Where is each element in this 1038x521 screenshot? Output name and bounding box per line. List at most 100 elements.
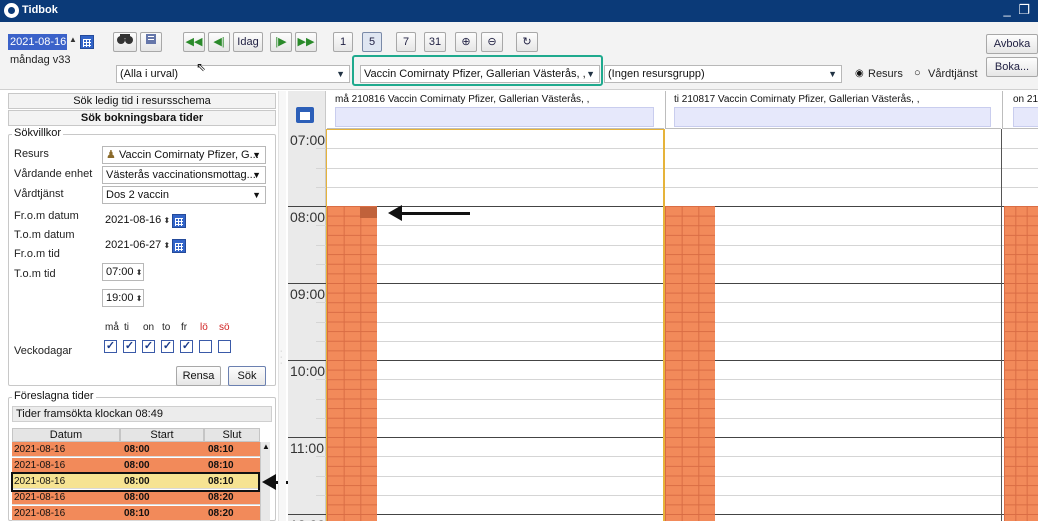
radio-vardtjanst-label: Vårdtjänst bbox=[928, 68, 978, 80]
column-header-start[interactable]: Start bbox=[120, 428, 204, 442]
today-button[interactable]: Idag bbox=[233, 32, 263, 52]
clear-button[interactable]: Rensa bbox=[176, 366, 221, 386]
view-5-day-button[interactable]: 5 bbox=[362, 32, 382, 52]
search-free-time-link[interactable]: Sök ledig tid i resursschema bbox=[8, 93, 276, 109]
cell-date: 2021-08-16 bbox=[14, 460, 66, 471]
boka-button[interactable]: Boka... bbox=[986, 57, 1038, 77]
vardande-enhet-select[interactable]: Västerås vaccinationsmottag... ▼ bbox=[102, 166, 266, 184]
scroll-up-icon[interactable]: ▲ bbox=[262, 442, 270, 451]
weekday-labels: må ti on to fr lö sö bbox=[104, 322, 244, 336]
weekday-checkbox-må[interactable]: ✓ bbox=[104, 340, 117, 353]
weekday-checkbox-sö[interactable] bbox=[218, 340, 231, 353]
resurs-select[interactable]: ♟ Vaccin Comirnaty Pfizer, G... ▼ bbox=[102, 146, 266, 164]
day-header-mon-label: må 210816 Vaccin Comirnaty Pfizer, Galle… bbox=[335, 94, 590, 105]
next-week-button[interactable]: ▶▶ bbox=[295, 32, 317, 52]
refresh-button[interactable]: ↻ bbox=[516, 32, 538, 52]
resurs-label: Resurs bbox=[14, 148, 49, 160]
calendar-today-icon[interactable] bbox=[296, 107, 314, 123]
table-row[interactable]: 2021-08-16 08:10 08:20 bbox=[12, 506, 260, 521]
zoom-out-icon: ⊖ bbox=[487, 36, 497, 48]
day-header-mon[interactable]: må 210816 Vaccin Comirnaty Pfizer, Galle… bbox=[327, 91, 664, 129]
date-spinner-icon[interactable]: ▲ bbox=[69, 35, 77, 44]
panel-splitter[interactable]: · · · bbox=[278, 91, 286, 521]
day-header-wed[interactable]: on 21 bbox=[1002, 91, 1038, 129]
from-time-input[interactable]: 07:00 ⬍ bbox=[102, 263, 144, 281]
cell-date: 2021-08-16 bbox=[14, 444, 66, 455]
weekday-label-sö: sö bbox=[219, 322, 230, 333]
zoom-out-button[interactable]: ⊖ bbox=[481, 32, 503, 52]
resource-icon: ♟ bbox=[106, 149, 116, 161]
spinner-icon[interactable]: ⬍ bbox=[161, 241, 171, 250]
vardande-enhet-label: Vårdande enhet bbox=[14, 168, 93, 180]
column-header-slut[interactable]: Slut bbox=[204, 428, 260, 442]
day-top-border bbox=[326, 129, 664, 130]
to-time-value: 19:00 bbox=[106, 292, 134, 304]
weekday-checkbox-ti[interactable]: ✓ bbox=[123, 340, 136, 353]
column-header-datum[interactable]: Datum bbox=[12, 428, 120, 442]
time-label: 11:00 bbox=[290, 440, 324, 456]
available-slots-day-2[interactable] bbox=[1004, 206, 1038, 521]
search-binoculars-button[interactable] bbox=[113, 32, 137, 52]
radio-resurs[interactable]: ◉ bbox=[855, 68, 864, 79]
search-panel-title: Sök bokningsbara tider bbox=[8, 110, 276, 126]
calendar-icon[interactable] bbox=[172, 214, 186, 228]
to-date-input[interactable]: 2021-06-27 ⬍ bbox=[102, 237, 170, 255]
available-slots-day-0[interactable] bbox=[327, 206, 377, 521]
zoom-in-icon: ⊕ bbox=[461, 36, 471, 48]
zoom-in-button[interactable]: ⊕ bbox=[455, 32, 477, 52]
resource-group-combo[interactable]: (Ingen resursgrupp) ▼ bbox=[604, 65, 842, 83]
prev-day-button[interactable]: ◀| bbox=[208, 32, 230, 52]
weekday-checkbox-lö[interactable] bbox=[199, 340, 212, 353]
weekday-label-lö: lö bbox=[200, 322, 208, 333]
selected-row-highlight bbox=[11, 472, 260, 492]
vardande-enhet-value: Västerås vaccinationsmottag... bbox=[106, 169, 256, 181]
calendar-icon[interactable] bbox=[80, 35, 94, 49]
search-button[interactable]: Sök bbox=[228, 366, 266, 386]
spinner-icon[interactable]: ⬍ bbox=[134, 294, 143, 303]
resource-combo[interactable]: Vaccin Comirnaty Pfizer, Gallerian Väste… bbox=[360, 65, 600, 83]
cell-start: 08:00 bbox=[124, 444, 150, 455]
selected-slot[interactable] bbox=[360, 207, 377, 218]
weekday-checkboxes: ✓ ✓ ✓ ✓ ✓ bbox=[104, 338, 244, 354]
view-31-day-button[interactable]: 31 bbox=[424, 32, 446, 52]
selection-combo[interactable]: (Alla i urval) ▼ bbox=[116, 65, 350, 83]
vardtjanst-select[interactable]: Dos 2 vaccin ▼ bbox=[102, 186, 266, 204]
date-picker-input[interactable]: 2021-08-16 bbox=[8, 34, 67, 50]
left-arrow-icon: ◀| bbox=[213, 36, 225, 48]
app-logo-icon bbox=[4, 3, 19, 18]
from-date-input[interactable]: 2021-08-16 ⬍ bbox=[102, 212, 170, 230]
from-time-label: Fr.o.m tid bbox=[14, 248, 60, 260]
weekday-checkbox-fr[interactable]: ✓ bbox=[180, 340, 193, 353]
day-header-tue[interactable]: ti 210817 Vaccin Comirnaty Pfizer, Galle… bbox=[665, 91, 1001, 129]
spinner-icon[interactable]: ⬍ bbox=[134, 268, 143, 277]
table-row[interactable]: 2021-08-16 08:00 08:10 bbox=[12, 442, 260, 457]
view-1-day-button[interactable]: 1 bbox=[333, 32, 353, 52]
to-date-value: 2021-06-27 bbox=[105, 239, 162, 251]
weekday-checkbox-on[interactable]: ✓ bbox=[142, 340, 155, 353]
search-criteria-legend: Sökvillkor bbox=[12, 127, 64, 139]
print-icon bbox=[146, 34, 156, 44]
table-row[interactable]: 2021-08-16 08:00 08:20 bbox=[12, 490, 260, 505]
to-time-input[interactable]: 19:00 ⬍ bbox=[102, 289, 144, 307]
quarter-line bbox=[316, 148, 1038, 150]
window-controls-icon[interactable]: _ ❐ bbox=[1004, 2, 1033, 18]
day-header-tue-label: ti 210817 Vaccin Comirnaty Pfizer, Galle… bbox=[674, 94, 920, 105]
avboka-button[interactable]: Avboka bbox=[986, 34, 1038, 54]
available-slots-day-1[interactable] bbox=[665, 206, 715, 521]
weekday-label-ti: ti bbox=[124, 322, 129, 333]
calendar-icon[interactable] bbox=[172, 239, 186, 253]
chevron-down-icon: ▼ bbox=[828, 69, 837, 79]
double-right-arrow-icon: ▶▶ bbox=[297, 36, 315, 48]
quarter-line bbox=[316, 186, 1038, 188]
from-date-label: Fr.o.m datum bbox=[14, 210, 79, 222]
prev-week-button[interactable]: ◀◀ bbox=[183, 32, 205, 52]
next-day-button[interactable]: |▶ bbox=[270, 32, 292, 52]
table-row[interactable]: 2021-08-16 08:00 08:10 bbox=[12, 458, 260, 473]
cell-start: 08:00 bbox=[124, 492, 150, 503]
view-7-day-button[interactable]: 7 bbox=[396, 32, 416, 52]
weekday-checkbox-to[interactable]: ✓ bbox=[161, 340, 174, 353]
radio-vardtjanst[interactable]: ○ bbox=[914, 67, 921, 79]
print-button[interactable] bbox=[140, 32, 162, 52]
day-divider-left bbox=[326, 129, 327, 521]
spinner-icon[interactable]: ⬍ bbox=[161, 216, 171, 225]
